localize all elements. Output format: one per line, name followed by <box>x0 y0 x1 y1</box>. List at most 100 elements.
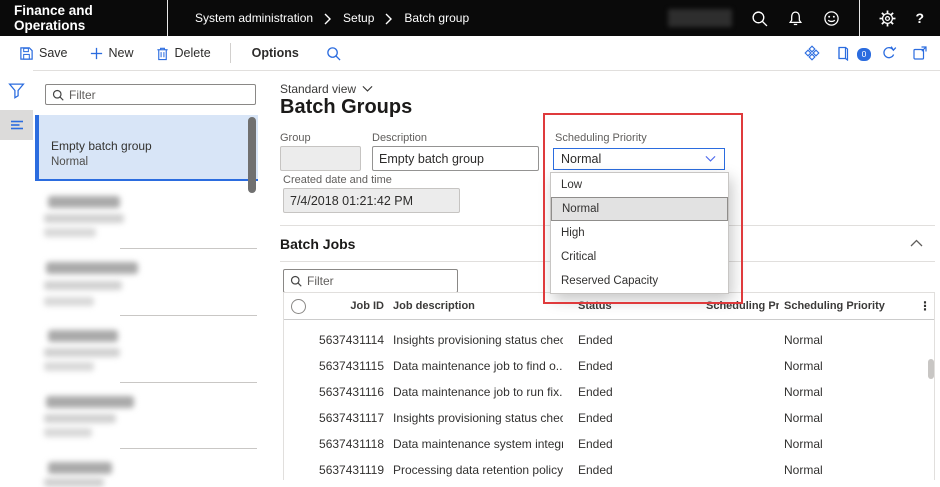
job-description-cell: Data maintenance system integr... <box>393 437 563 451</box>
column-header-job-description[interactable]: Job description <box>393 293 563 319</box>
list-item-separator <box>120 248 257 249</box>
batch-jobs-filter-placeholder: Filter <box>307 274 334 288</box>
scheduling-priority-cell: Normal <box>784 333 823 347</box>
redacted-text-blob <box>44 281 122 290</box>
attachments-icon[interactable] <box>835 45 851 61</box>
topbar-divider <box>167 0 168 36</box>
scheduling-priority-select[interactable]: Normal <box>553 148 725 170</box>
column-header-job-id[interactable]: Job ID <box>301 293 384 319</box>
job-id-cell: 5637431116 <box>319 385 384 399</box>
options-tab[interactable]: Options <box>244 42 307 64</box>
refresh-icon[interactable] <box>881 45 897 61</box>
grid-options-ellipsis-icon[interactable]: ⋮ <box>918 293 932 319</box>
redacted-text-blob <box>44 478 104 487</box>
open-in-new-window-icon[interactable] <box>912 45 928 61</box>
job-description-cell: Insights provisioning status check <box>393 411 563 425</box>
sidebar-filter-input[interactable]: Filter <box>45 84 256 105</box>
status-cell: Ended <box>578 359 613 373</box>
view-selector[interactable]: Standard view <box>280 82 373 96</box>
job-id-cell: 5637431114 <box>319 333 384 347</box>
bell-icon[interactable] <box>787 10 804 27</box>
chevron-right-icon <box>385 13 393 24</box>
status-cell: Ended <box>578 333 613 347</box>
job-description-cell: Data maintenance job to run fix... <box>393 385 563 399</box>
save-label: Save <box>39 46 68 60</box>
settings-gear-icon[interactable] <box>879 10 896 27</box>
sidebar-filter-placeholder: Filter <box>69 87 96 102</box>
breadcrumb-item[interactable]: System administration <box>195 11 313 25</box>
dropdown-option[interactable]: Low <box>551 173 728 197</box>
scheduling-priority-cell: Normal <box>784 411 823 425</box>
filter-funnel-icon[interactable] <box>8 82 25 99</box>
message-count-badge: 0 <box>855 46 873 63</box>
environment-name-redacted <box>668 9 733 27</box>
chevron-down-icon <box>705 155 716 163</box>
job-id-cell: 5637431118 <box>319 437 384 451</box>
status-cell: Ended <box>578 463 613 477</box>
dropdown-option[interactable]: Critical <box>551 245 728 269</box>
sidebar-scrollbar-thumb[interactable] <box>248 117 256 193</box>
search-icon <box>290 275 302 287</box>
search-icon[interactable] <box>326 46 341 61</box>
delete-label: Delete <box>174 46 211 60</box>
chevron-right-icon <box>324 13 332 24</box>
group-field-input[interactable] <box>280 146 361 171</box>
job-id-cell: 5637431119 <box>319 463 384 477</box>
table-row[interactable]: 5637431119 Processing data retention poli… <box>284 457 934 483</box>
batch-jobs-filter-input[interactable]: Filter <box>283 269 458 293</box>
search-icon <box>52 89 64 101</box>
job-id-cell: 5637431115 <box>319 359 384 373</box>
redacted-text-blob <box>46 262 138 274</box>
trash-icon <box>155 46 170 61</box>
breadcrumb-item[interactable]: Batch group <box>404 11 469 25</box>
grid-header-row: Job ID Job description Status Scheduling… <box>284 293 934 320</box>
table-row[interactable]: 5637431117 Insights provisioning status c… <box>284 405 934 431</box>
view-switcher-icon[interactable] <box>804 45 820 61</box>
table-row[interactable]: 5637431118 Data maintenance system integr… <box>284 431 934 457</box>
list-item-separator <box>120 315 257 316</box>
delete-button[interactable]: Delete <box>149 42 217 65</box>
collapse-chevron-up-icon[interactable] <box>910 239 923 248</box>
new-button[interactable]: New <box>83 42 140 65</box>
batch-jobs-grid: Job ID Job description Status Scheduling… <box>283 292 935 480</box>
search-icon[interactable] <box>751 10 768 27</box>
scheduling-priority-cell: Normal <box>784 359 823 373</box>
list-item-selected[interactable]: Empty batch group Normal <box>35 115 258 181</box>
dropdown-option[interactable]: Normal <box>551 197 728 221</box>
created-field-input[interactable]: 7/4/2018 01:21:42 PM <box>283 188 460 213</box>
status-cell: Ended <box>578 411 613 425</box>
redacted-text-blob <box>46 396 134 408</box>
table-row[interactable]: 5637431114 Insights provisioning status c… <box>284 327 934 353</box>
job-description-cell: Data maintenance job to find o... <box>393 359 563 373</box>
job-description-cell: Processing data retention policy... <box>393 463 563 477</box>
column-header-scheduling-priority[interactable]: Scheduling Priority <box>784 293 894 319</box>
plus-icon <box>89 46 104 61</box>
dropdown-option[interactable]: High <box>551 221 728 245</box>
created-field-label: Created date and time <box>283 174 392 186</box>
help-icon[interactable]: ? <box>915 10 924 26</box>
breadcrumb-item[interactable]: Setup <box>343 11 374 25</box>
app-title[interactable]: Finance and Operations <box>0 3 167 33</box>
redacted-text-blob <box>48 330 118 342</box>
list-item-title: Empty batch group <box>51 139 152 153</box>
description-field-input[interactable]: Empty batch group <box>372 146 539 171</box>
column-header-status[interactable]: Status <box>578 293 663 319</box>
redacted-text-blob <box>44 362 94 371</box>
action-pane-left: Save New Delete Options <box>0 42 341 65</box>
redacted-text-blob <box>44 428 92 437</box>
grid-scrollbar-thumb[interactable] <box>928 359 934 379</box>
scheduling-priority-cell: Normal <box>784 437 823 451</box>
column-header-scheduling-pri[interactable]: Scheduling Pri... <box>706 293 779 319</box>
scheduling-priority-dropdown: Low Normal High Critical Reserved Capacity <box>550 172 729 294</box>
table-row[interactable]: 5637431116 Data maintenance job to run fi… <box>284 379 934 405</box>
save-button[interactable]: Save <box>13 42 74 65</box>
scheduling-priority-value: Normal <box>561 152 602 166</box>
chevron-down-icon <box>362 85 373 93</box>
redacted-text-blob <box>44 214 124 223</box>
feedback-smiley-icon[interactable] <box>823 10 840 27</box>
table-row[interactable]: 5637431115 Data maintenance job to find o… <box>284 353 934 379</box>
list-view-toggle[interactable] <box>0 110 33 140</box>
dropdown-option[interactable]: Reserved Capacity <box>551 269 728 293</box>
new-label: New <box>108 46 134 60</box>
scheduling-priority-label: Scheduling Priority <box>553 131 649 145</box>
